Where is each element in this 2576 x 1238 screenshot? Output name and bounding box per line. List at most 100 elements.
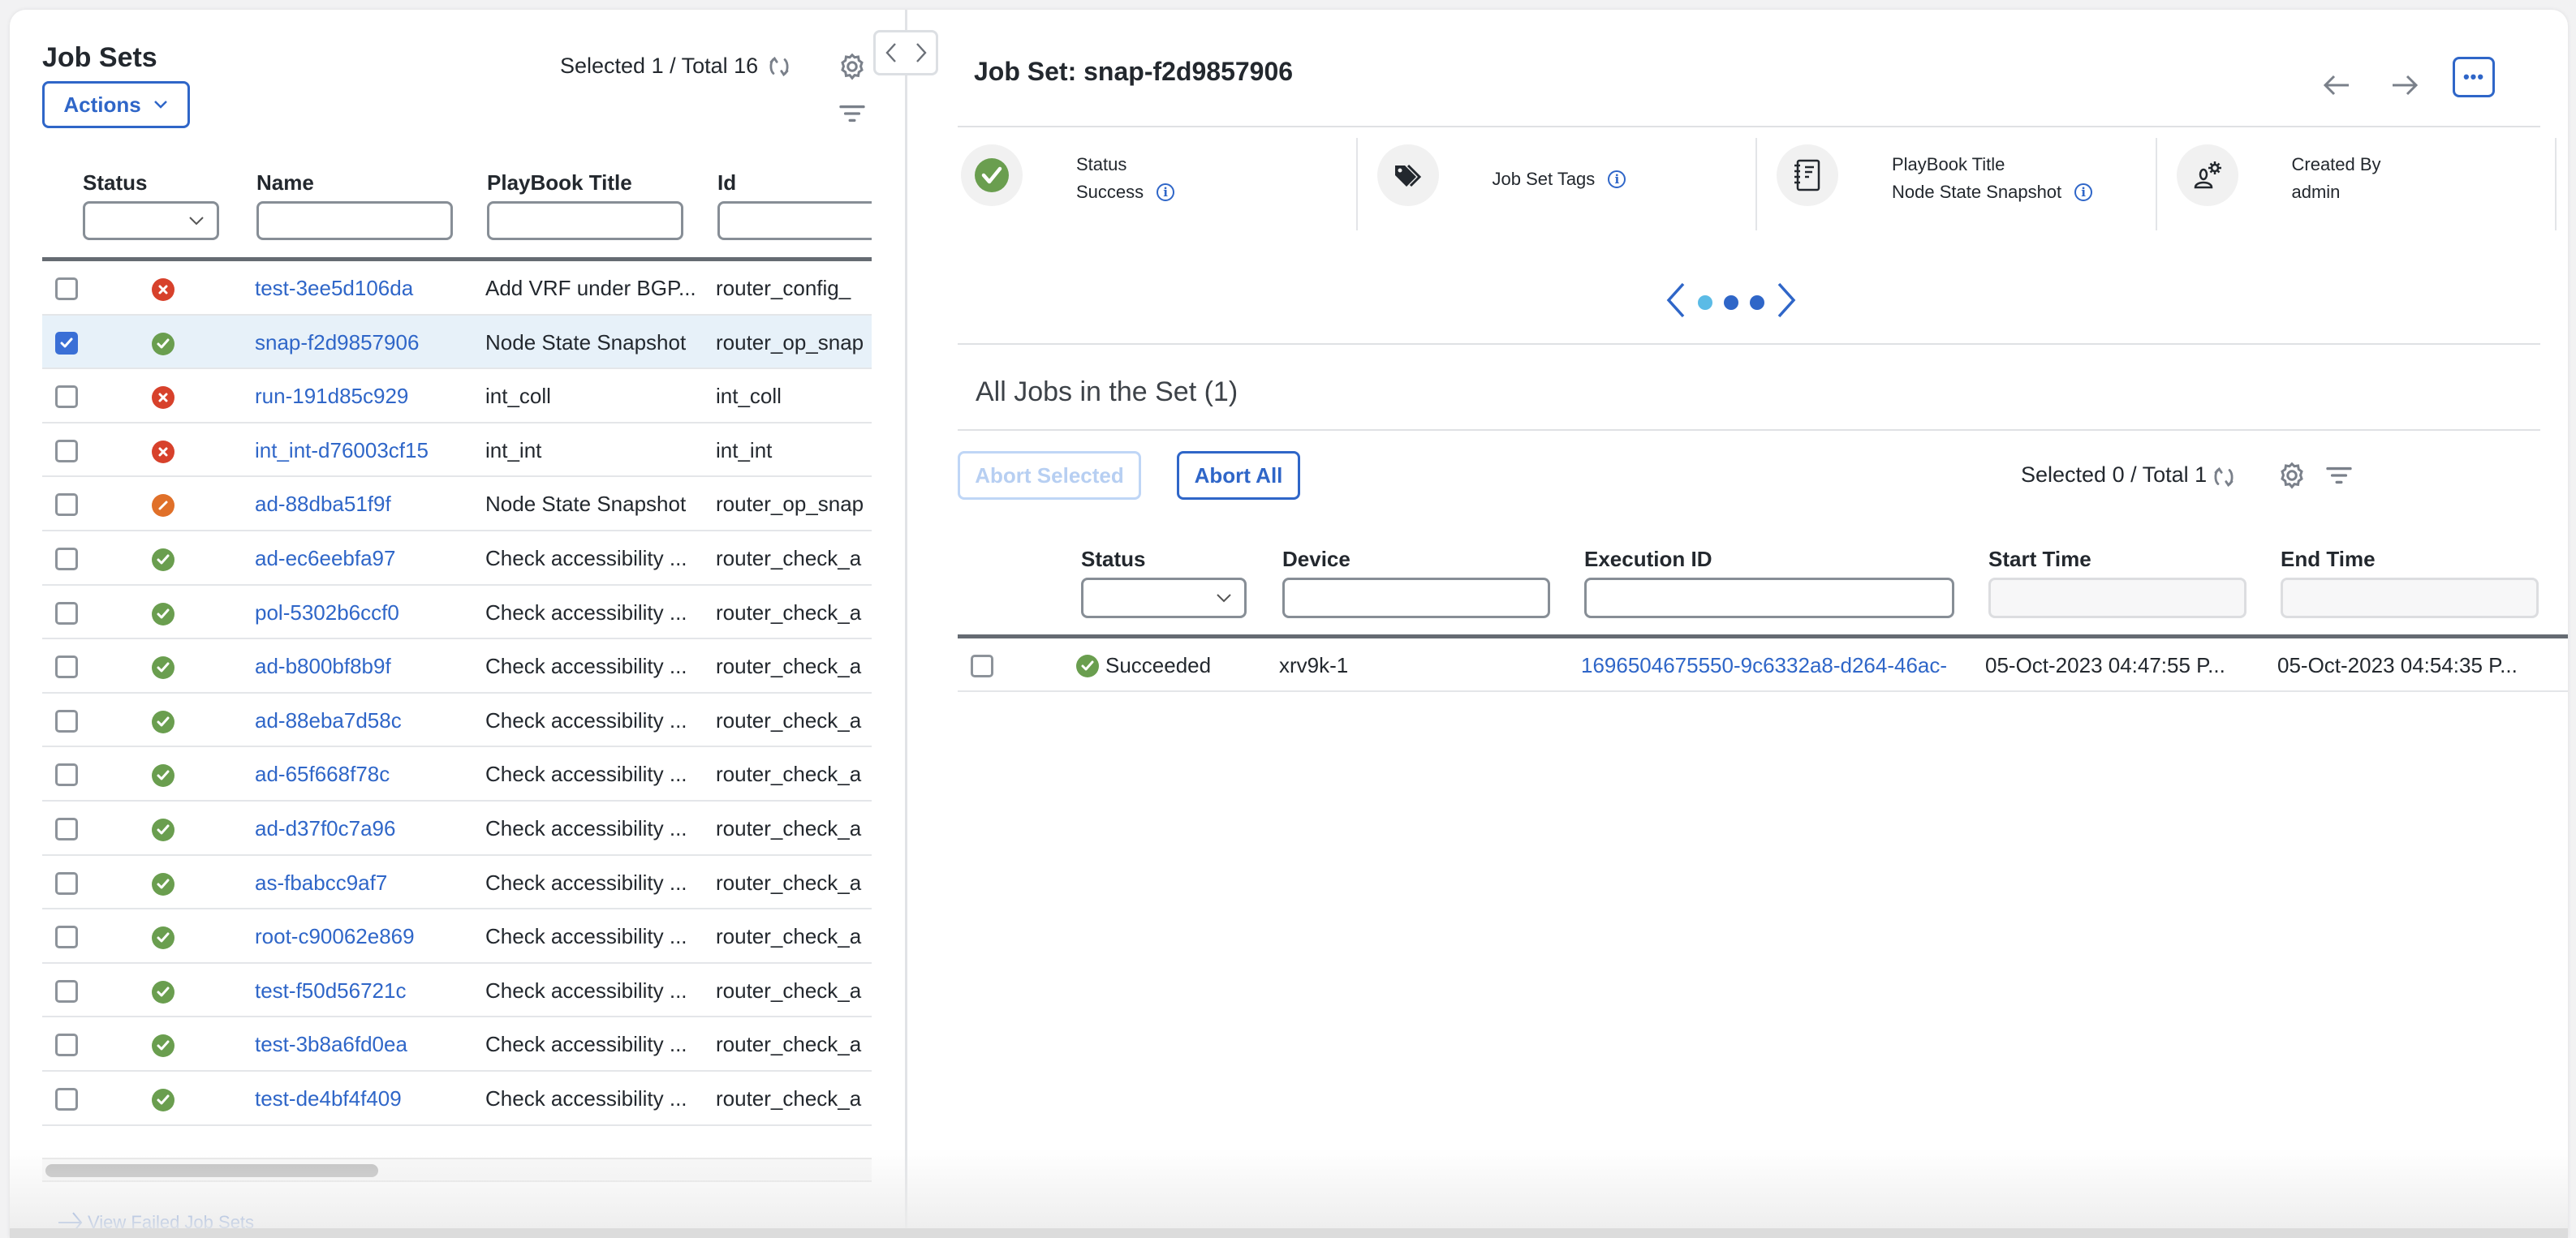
pager-prev-icon[interactable]: [1665, 282, 1686, 322]
table-row[interactable]: ad-d37f0c7a96 Check accessibility ... rout…: [42, 802, 872, 856]
table-row[interactable]: pol-5302b6ccf0 Check accessibility ... rou…: [42, 586, 872, 640]
playbook-title-cell: Check accessibility ...: [485, 654, 687, 679]
table-row[interactable]: snap-f2d9857906 Node State Snapshot router…: [42, 315, 872, 370]
refresh-icon[interactable]: [763, 50, 795, 83]
row-checkbox[interactable]: [55, 493, 78, 517]
table-row[interactable]: run-191d85c929 int_coll int_coll: [42, 369, 872, 423]
user-icon-wrap: [2176, 144, 2238, 206]
row-checkbox[interactable]: [55, 439, 78, 462]
pager-dot-3[interactable]: [1750, 294, 1764, 310]
job-set-name-link[interactable]: ad-b800bf8b9f: [255, 654, 474, 679]
horizontal-scrollbar[interactable]: [42, 1158, 872, 1182]
job-set-name-link[interactable]: snap-f2d9857906: [255, 330, 474, 355]
scrollbar-thumb[interactable]: [45, 1164, 378, 1177]
table-row[interactable]: ad-88eba7d58c Check accessibility ... rout…: [42, 694, 872, 748]
row-checkbox[interactable]: [55, 817, 78, 840]
jobs-status-filter-select[interactable]: [1081, 578, 1247, 618]
table-row[interactable]: root-c90062e869 Check accessibility ... ro…: [42, 909, 872, 964]
column-header-playbook-title[interactable]: PlayBook Title: [487, 170, 632, 196]
job-set-name-link[interactable]: test-3b8a6fd0ea: [255, 1032, 474, 1057]
job-set-name-link[interactable]: root-c90062e869: [255, 924, 474, 949]
end-time-filter-input: [2281, 578, 2539, 618]
pager-dot-1[interactable]: [1698, 294, 1712, 310]
job-set-name-link[interactable]: test-3ee5d106da: [255, 276, 474, 301]
pager-dot-2[interactable]: [1724, 294, 1738, 310]
abort-selected-button[interactable]: Abort Selected: [958, 451, 1141, 500]
table-row[interactable]: test-3b8a6fd0ea Check accessibility ... ro…: [42, 1017, 872, 1072]
pager-next-icon[interactable]: [1776, 282, 1797, 322]
info-icon[interactable]: i: [2074, 183, 2093, 201]
job-set-name-link[interactable]: pol-5302b6ccf0: [255, 600, 474, 625]
job-set-name-link[interactable]: ad-88eba7d58c: [255, 708, 474, 733]
row-checkbox[interactable]: [55, 331, 78, 355]
row-checkbox[interactable]: [55, 656, 78, 679]
actions-dropdown-button[interactable]: Actions: [42, 81, 190, 128]
name-filter-input[interactable]: [256, 201, 453, 240]
row-checkbox[interactable]: [55, 979, 78, 1003]
job-set-name-link[interactable]: ad-d37f0c7a96: [255, 816, 474, 841]
table-row[interactable]: test-de4bf4f409 Check accessibility ... ro…: [42, 1072, 872, 1126]
table-row[interactable]: ad-88dba51f9f Node State Snapshot router_o…: [42, 477, 872, 531]
panel-divider[interactable]: [905, 10, 907, 1238]
gear-icon[interactable]: [2274, 458, 2310, 493]
filter-icon[interactable]: [2321, 461, 2357, 490]
row-checkbox[interactable]: [55, 547, 78, 570]
job-set-name-link[interactable]: run-191d85c929: [255, 384, 474, 409]
table-row[interactable]: ad-ec6eebfa97 Check accessibility ... rout…: [42, 531, 872, 586]
table-row[interactable]: as-fbabcc9af7 Check accessibility ... rout…: [42, 856, 872, 910]
row-checkbox[interactable]: [55, 385, 78, 409]
filter-icon[interactable]: [834, 99, 870, 128]
abort-all-button[interactable]: Abort All: [1177, 451, 1300, 500]
collapse-left-icon[interactable]: [876, 32, 906, 73]
job-set-name-link[interactable]: ad-88dba51f9f: [255, 492, 474, 517]
table-row[interactable]: ad-b800bf8b9f Check accessibility ... rout…: [42, 639, 872, 694]
job-set-name-link[interactable]: test-de4bf4f409: [255, 1086, 474, 1111]
table-row[interactable]: test-3ee5d106da Add VRF under BGP... route…: [42, 261, 872, 316]
row-checkbox[interactable]: [55, 709, 78, 733]
table-row[interactable]: int_int-d76003cf15 int_int int_int: [42, 423, 872, 478]
id-filter-input[interactable]: [717, 201, 872, 240]
more-options-button[interactable]: •••: [2453, 57, 2495, 97]
row-checkbox[interactable]: [55, 871, 78, 895]
column-header-id[interactable]: Id: [717, 170, 736, 196]
job-set-name-link[interactable]: ad-65f668f78c: [255, 762, 474, 787]
row-checkbox[interactable]: [55, 1034, 78, 1057]
playbook-title-filter-input[interactable]: [487, 201, 683, 240]
job-set-name-link[interactable]: ad-ec6eebfa97: [255, 546, 474, 571]
row-checkbox[interactable]: [55, 1087, 78, 1111]
jobs-column-end-time[interactable]: End Time: [2281, 547, 2376, 572]
execution-id-filter-input[interactable]: [1584, 578, 1954, 618]
info-icon[interactable]: i: [1608, 170, 1626, 188]
job-set-name-link[interactable]: test-f50d56721c: [255, 978, 474, 1004]
row-checkbox[interactable]: [55, 926, 78, 949]
jobs-column-execution-id[interactable]: Execution ID: [1584, 547, 1712, 572]
status-filter-select[interactable]: [83, 201, 219, 240]
jobs-column-device[interactable]: Device: [1282, 547, 1350, 572]
id-cell: router_check_a: [716, 815, 862, 840]
playbook-title-cell: Check accessibility ...: [485, 762, 687, 787]
expand-right-icon[interactable]: [906, 32, 936, 73]
arrow-right-icon[interactable]: [2384, 65, 2425, 105]
jobs-column-start-time[interactable]: Start Time: [1988, 547, 2091, 572]
table-row[interactable]: ad-65f668f78c Check accessibility ... rout…: [42, 747, 872, 802]
user-gear-icon: [2194, 161, 2221, 189]
refresh-icon[interactable]: [2208, 461, 2240, 493]
job-set-name-link[interactable]: as-fbabcc9af7: [255, 870, 474, 896]
device-filter-input[interactable]: [1282, 578, 1550, 618]
job-set-name-link[interactable]: int_int-d76003cf15: [255, 438, 474, 463]
row-checkbox[interactable]: [55, 601, 78, 625]
summary-pager: [1665, 282, 1797, 322]
table-row[interactable]: test-f50d56721c Check accessibility ... ro…: [42, 964, 872, 1018]
arrow-left-icon[interactable]: [2316, 65, 2357, 105]
info-icon[interactable]: i: [1157, 183, 1175, 201]
row-checkbox[interactable]: [55, 763, 78, 787]
job-execution-id-link[interactable]: 1696504675550-9c6332a8-d264-46ac-: [1581, 653, 1972, 678]
gear-icon[interactable]: [834, 49, 870, 84]
playbook-title-cell: Node State Snapshot: [485, 492, 687, 517]
row-checkbox[interactable]: [55, 277, 78, 300]
column-header-name[interactable]: Name: [256, 170, 314, 196]
column-header-status[interactable]: Status: [83, 170, 147, 196]
job-row-checkbox[interactable]: [971, 655, 993, 677]
failed-x-icon: [152, 440, 174, 463]
jobs-column-status[interactable]: Status: [1081, 547, 1145, 572]
